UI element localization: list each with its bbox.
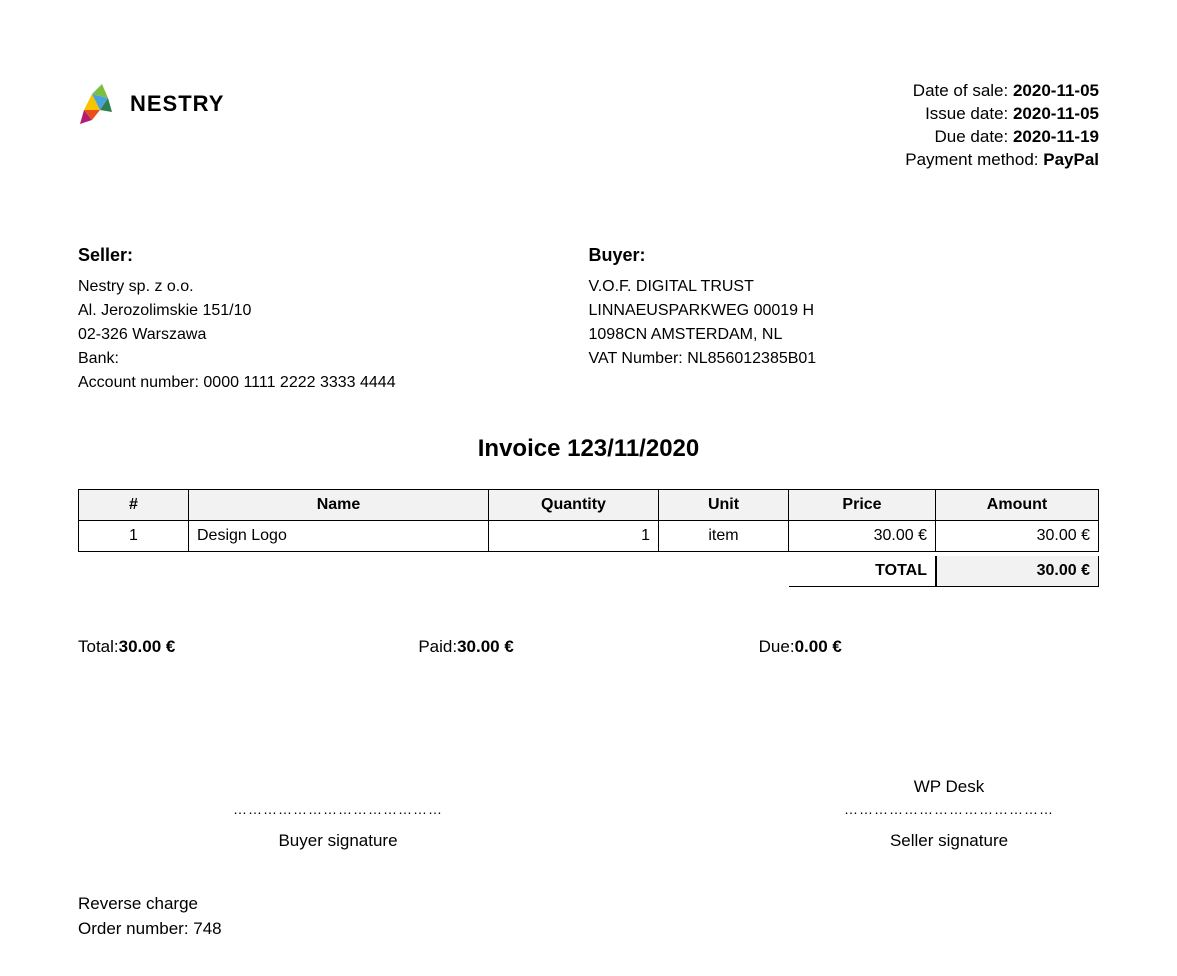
cell-name: Design Logo — [189, 520, 489, 551]
logo-block: NESTRY — [78, 80, 224, 128]
seller-sign-label: Seller signature — [799, 831, 1099, 851]
buyer-sign-label: Buyer signature — [188, 831, 488, 851]
seller-line: Nestry sp. z o.o. — [78, 275, 589, 299]
meta-due-date: Due date: 2020-11-19 — [905, 126, 1099, 149]
header: NESTRY Date of sale: 2020-11-05 Issue da… — [78, 80, 1099, 172]
buyer-title: Buyer: — [589, 242, 1100, 269]
cell-amount: 30.00 € — [936, 520, 1099, 551]
meta-payment-method: Payment method: PayPal — [905, 149, 1099, 172]
meta-date-of-sale: Date of sale: 2020-11-05 — [905, 80, 1099, 103]
th-name: Name — [189, 489, 489, 520]
total-value: 30.00 € — [936, 556, 1099, 587]
invoice-title: Invoice 123/11/2020 — [78, 435, 1099, 463]
buyer-line: LINNAEUSPARKWEG 00019 H — [589, 299, 1100, 323]
order-number-note: Order number: 748 — [78, 916, 1099, 942]
table-row: 1 Design Logo 1 item 30.00 € 30.00 € — [79, 520, 1099, 551]
summary-due: Due:0.00 € — [759, 637, 1099, 657]
th-quantity: Quantity — [489, 489, 659, 520]
th-amount: Amount — [936, 489, 1099, 520]
th-number: # — [79, 489, 189, 520]
invoice-meta: Date of sale: 2020-11-05 Issue date: 202… — [905, 80, 1099, 172]
reverse-charge-note: Reverse charge — [78, 891, 1099, 917]
buyer-block: Buyer: V.O.F. DIGITAL TRUST LINNAEUSPARK… — [589, 242, 1100, 395]
footer-notes: Reverse charge Order number: 748 — [78, 891, 1099, 942]
th-price: Price — [789, 489, 936, 520]
nestry-logo-icon — [78, 80, 122, 128]
summary-paid: Paid:30.00 € — [418, 637, 758, 657]
seller-sign-name: WP Desk — [799, 777, 1099, 799]
seller-signature-block: WP Desk …………………………………… Seller signature — [799, 777, 1099, 851]
buyer-sign-line: …………………………………… — [188, 801, 488, 817]
seller-line: Bank: — [78, 347, 589, 371]
table-header-row: # Name Quantity Unit Price Amount — [79, 489, 1099, 520]
seller-title: Seller: — [78, 242, 589, 269]
items-table: # Name Quantity Unit Price Amount 1 Desi… — [78, 489, 1099, 552]
summary-total: Total:30.00 € — [78, 637, 418, 657]
cell-price: 30.00 € — [789, 520, 936, 551]
buyer-sign-name — [188, 777, 488, 799]
logo-text: NESTRY — [130, 91, 224, 117]
seller-line: Account number: 0000 1111 2222 3333 4444 — [78, 371, 589, 395]
cell-unit: item — [659, 520, 789, 551]
total-label: TOTAL — [789, 556, 936, 587]
th-unit: Unit — [659, 489, 789, 520]
seller-line: Al. Jerozolimskie 151/10 — [78, 299, 589, 323]
buyer-line: VAT Number: NL856012385B01 — [589, 347, 1100, 371]
signatures: …………………………………… Buyer signature WP Desk …… — [78, 777, 1099, 851]
cell-number: 1 — [79, 520, 189, 551]
buyer-line: 1098CN AMSTERDAM, NL — [589, 323, 1100, 347]
total-row: TOTAL 30.00 € — [78, 556, 1099, 587]
cell-quantity: 1 — [489, 520, 659, 551]
meta-issue-date: Issue date: 2020-11-05 — [905, 103, 1099, 126]
buyer-line: V.O.F. DIGITAL TRUST — [589, 275, 1100, 299]
summary-row: Total:30.00 € Paid:30.00 € Due:0.00 € — [78, 637, 1099, 657]
seller-block: Seller: Nestry sp. z o.o. Al. Jerozolims… — [78, 242, 589, 395]
parties: Seller: Nestry sp. z o.o. Al. Jerozolims… — [78, 242, 1099, 395]
seller-line: 02-326 Warszawa — [78, 323, 589, 347]
seller-sign-line: …………………………………… — [799, 801, 1099, 817]
buyer-signature-block: …………………………………… Buyer signature — [188, 777, 488, 851]
